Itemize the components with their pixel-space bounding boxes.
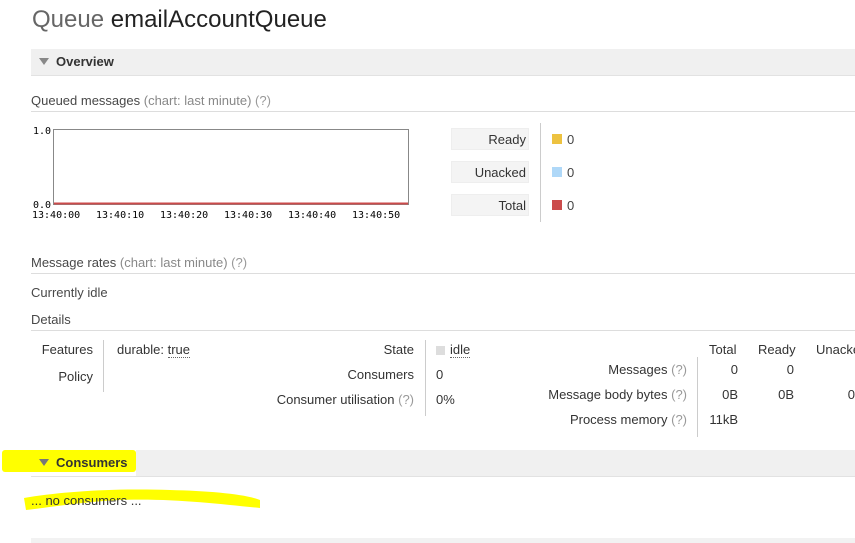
body-bytes-ready: 0B [778,387,794,402]
durable-true-abbr[interactable]: true [167,342,191,358]
message-rates-title: Message rates [31,255,117,270]
next-section-header [31,538,855,543]
consumers-title: Consumers [56,455,128,470]
message-body-bytes-label: Message body bytes (?) [500,387,687,402]
body-bytes-unacked: 0 [847,387,855,402]
x-tick-label: 13:40:40 [288,210,336,221]
legend-swatch [552,200,562,210]
process-memory-total: 11kB [709,412,738,427]
help-link[interactable]: (?) [398,392,414,407]
y-tick-label: 1.0 [33,126,51,137]
x-tick-label: 13:40:30 [224,210,272,221]
divider [697,357,698,437]
x-tick-label: 13:40:00 [32,210,80,221]
message-rates-header: Message rates (chart: last minute) (?) [31,255,855,274]
consumer-utilisation-value: 0% [436,392,455,407]
idle-status-text: Currently idle [31,285,108,300]
legend-toggle-unacked[interactable]: Unacked [451,161,529,183]
page-title-label: Queue [32,6,105,33]
messages-ready: 0 [786,362,794,377]
messages-total: 0 [730,362,738,377]
chart-plot-area [53,129,409,205]
state-value[interactable]: idle [450,342,471,358]
features-label: Features [41,342,93,357]
legend-toggle-total[interactable]: Total [451,194,529,216]
process-memory-text: Process memory [569,412,668,427]
no-consumers-text: ... no consumers ... [31,493,142,508]
state-label: State [383,342,414,357]
queued-messages-chart: 1.0 0.0 13:40:00 13:40:10 13:40:20 13:40:30… [32,126,409,221]
divider [103,340,104,392]
legend-swatch [552,167,562,177]
col-header-unacked: Unacke [816,342,855,357]
x-tick-label: 13:40:10 [96,210,144,221]
state-indicator-icon [436,346,445,355]
section-header-bg [136,450,855,476]
messages-text: Messages [608,362,668,377]
divider [425,340,426,416]
legend-value: 0 [567,132,575,147]
consumers-section-header[interactable]: Consumers [31,450,855,477]
features-key: durable: [117,342,164,357]
help-link[interactable]: (?) [255,93,271,108]
queued-messages-header: Queued messages (chart: last minute) (?) [31,93,855,112]
messages-label: Messages (?) [500,362,687,377]
consumers-label: Consumers [347,367,414,382]
details-header: Details [31,312,855,331]
x-tick-label: 13:40:50 [352,210,400,221]
help-link[interactable]: (?) [671,362,687,377]
chart-note[interactable]: (chart: last minute) [144,93,252,108]
legend-swatch [552,134,562,144]
overview-section-header[interactable]: Overview [31,49,855,76]
consumers-value: 0 [436,367,444,382]
policy-label: Policy [58,369,93,384]
legend-toggle-ready[interactable]: Ready [451,128,529,150]
queued-messages-title: Queued messages [31,93,141,108]
help-link[interactable]: (?) [671,412,687,427]
message-body-bytes-text: Message body bytes [548,387,668,402]
collapse-triangle-icon [39,459,49,466]
page-title: Queue emailAccountQueue [32,6,327,34]
consumer-utilisation-label: Consumer utilisation (?) [230,392,414,407]
details-title: Details [31,312,71,327]
collapse-triangle-icon [39,58,49,65]
body-bytes-total: 0B [722,387,738,402]
consumer-utilisation-text: Consumer utilisation [276,392,395,407]
legend-value: 0 [567,165,575,180]
legend-value: 0 [567,198,575,213]
overview-title: Overview [56,54,114,69]
process-memory-label: Process memory (?) [500,412,687,427]
queue-name: emailAccountQueue [110,6,327,33]
help-link[interactable]: (?) [671,387,687,402]
features-value: durable: true [117,342,191,358]
col-header-total: Total [709,342,737,357]
legend-divider [540,123,541,222]
col-header-ready: Ready [758,342,796,357]
x-tick-label: 13:40:20 [160,210,208,221]
chart-note[interactable]: (chart: last minute) [120,255,228,270]
help-link[interactable]: (?) [231,255,247,270]
